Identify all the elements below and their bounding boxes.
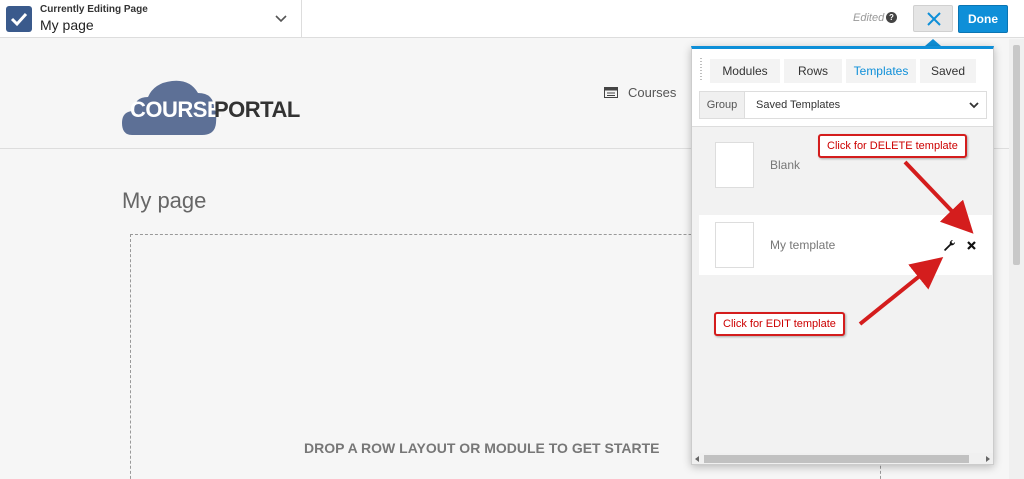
- checkmark-icon: [6, 6, 32, 32]
- panel-scrollbar-thumb[interactable]: [704, 455, 969, 463]
- logo-course-text: COURSE: [130, 97, 222, 122]
- scroll-right-icon[interactable]: [986, 456, 990, 462]
- group-value: Saved Templates: [756, 99, 841, 111]
- edited-status: Edited: [853, 12, 885, 24]
- panel-scrollbar[interactable]: [692, 453, 993, 464]
- tab-rows[interactable]: Rows: [784, 59, 842, 83]
- tab-templates[interactable]: Templates: [846, 59, 916, 83]
- template-item-my-template[interactable]: My template: [699, 215, 992, 275]
- close-icon: [927, 12, 941, 26]
- template-thumbnail: [715, 142, 754, 188]
- wrench-icon[interactable]: [943, 239, 956, 252]
- done-button[interactable]: Done: [958, 5, 1008, 33]
- delete-callout: Click for DELETE template: [818, 134, 967, 158]
- logo[interactable]: COURSE PORTAL: [122, 75, 300, 137]
- nav-courses[interactable]: Courses: [628, 85, 676, 100]
- topbar-divider: [301, 0, 302, 38]
- page-scrollbar[interactable]: [1009, 39, 1024, 479]
- page-selector[interactable]: My page: [40, 17, 94, 33]
- chevron-down-icon: [969, 102, 979, 109]
- close-panel-button[interactable]: [913, 5, 953, 32]
- tab-saved[interactable]: Saved: [920, 59, 976, 83]
- edit-callout: Click for EDIT template: [714, 312, 845, 336]
- builder-topbar: Currently Editing Page My page Edited ? …: [0, 0, 1024, 38]
- page-scrollbar-thumb[interactable]: [1013, 45, 1020, 265]
- tab-modules[interactable]: Modules: [710, 59, 780, 83]
- delete-icon[interactable]: [967, 241, 976, 250]
- help-icon[interactable]: ?: [886, 12, 897, 23]
- drop-zone-text: DROP A ROW LAYOUT OR MODULE TO GET START…: [304, 440, 660, 456]
- template-name: My template: [770, 238, 836, 252]
- logo-portal-text: PORTAL: [214, 97, 300, 122]
- courses-icon: [604, 87, 618, 98]
- group-select[interactable]: Group Saved Templates: [699, 91, 987, 119]
- content-panel: Modules Rows Templates Saved Group Saved…: [691, 46, 994, 465]
- page-title: My page: [122, 188, 207, 213]
- template-name: Blank: [770, 158, 801, 172]
- editing-label: Currently Editing Page: [40, 4, 148, 15]
- group-label: Group: [700, 92, 745, 118]
- template-thumbnail: [715, 222, 754, 268]
- panel-pointer: [925, 39, 941, 46]
- template-list: Blank My template: [692, 126, 993, 453]
- chevron-down-icon[interactable]: [273, 10, 289, 26]
- drag-handle[interactable]: [699, 57, 703, 81]
- scroll-left-icon[interactable]: [695, 456, 699, 462]
